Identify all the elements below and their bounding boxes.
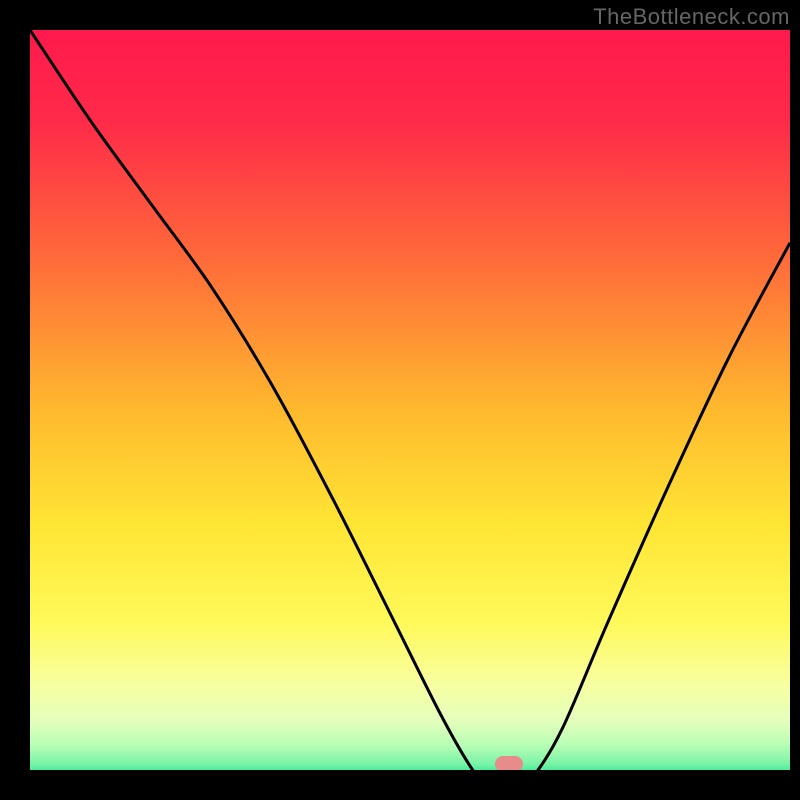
plot-area — [30, 30, 790, 770]
watermark-text: TheBottleneck.com — [593, 4, 790, 30]
bottleneck-curve — [30, 30, 790, 770]
chart-frame: TheBottleneck.com — [0, 0, 800, 800]
optimum-marker — [495, 756, 523, 770]
